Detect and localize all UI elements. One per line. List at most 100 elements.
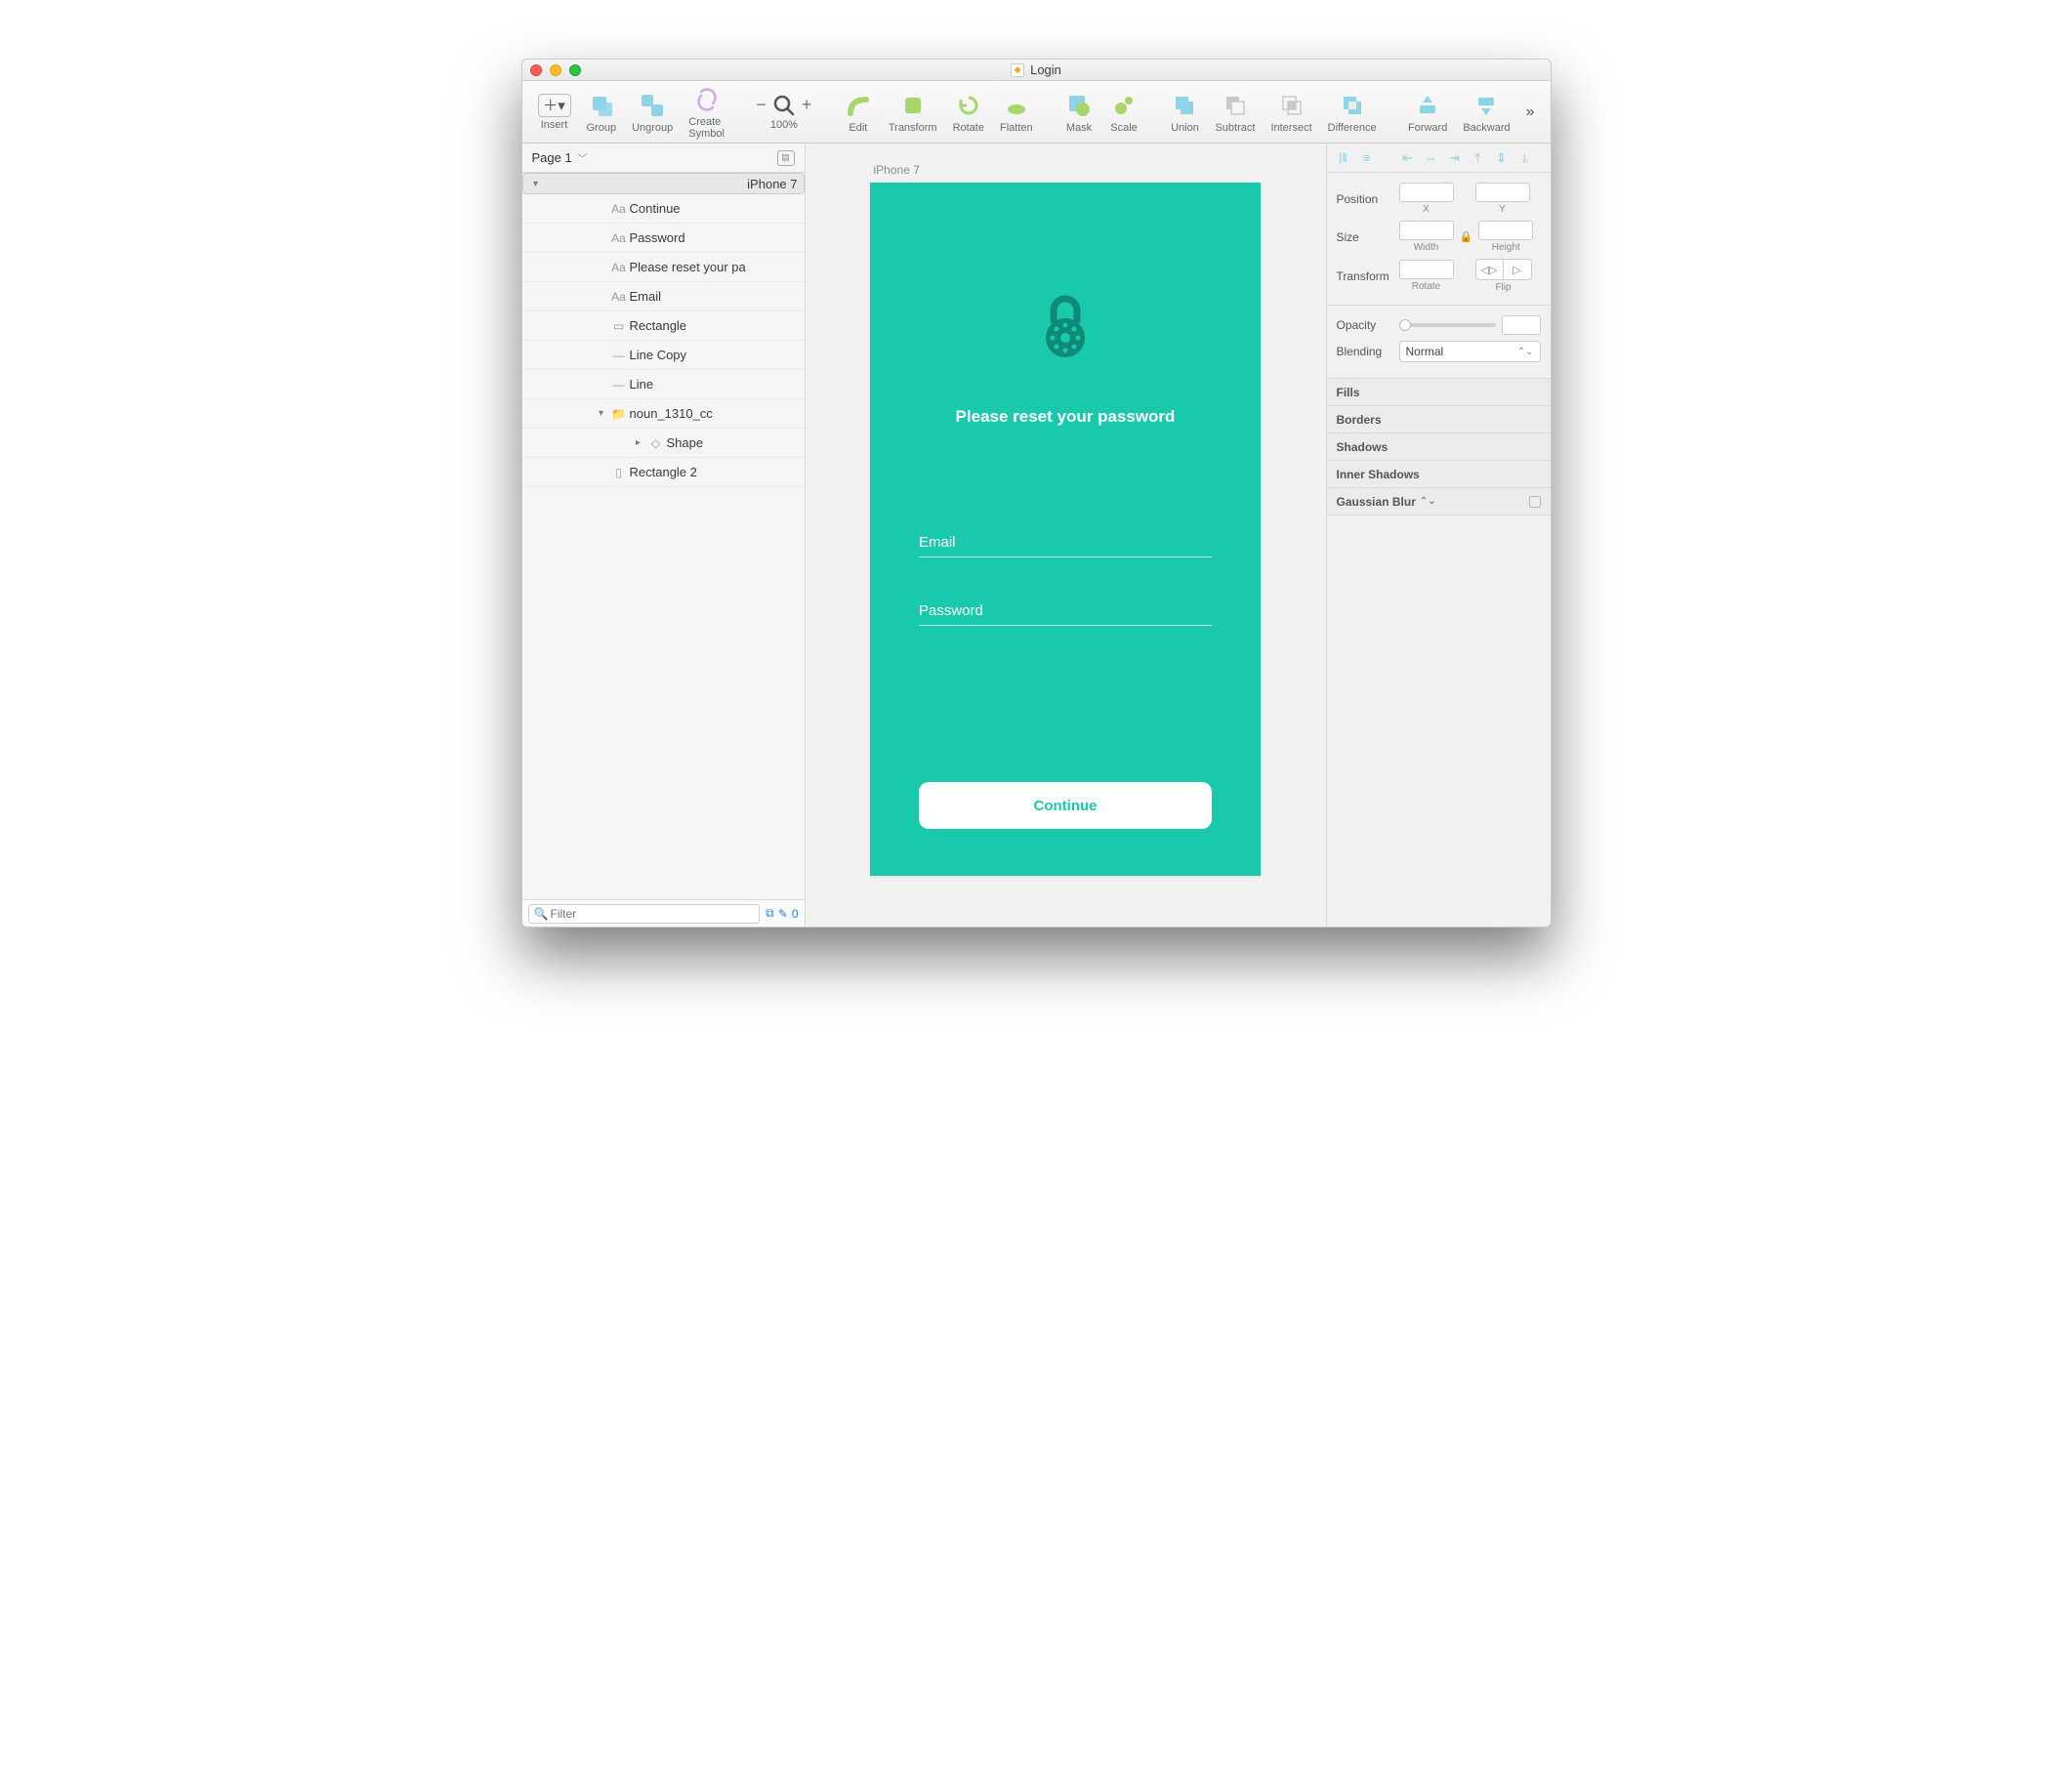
align-bottom-icon[interactable]: ⤓ (1516, 149, 1534, 167)
toolbar-label: Subtract (1215, 122, 1255, 134)
toolbar-label: Ungroup (632, 122, 673, 134)
titlebar: ◆ Login (522, 60, 1551, 81)
app-window: ◆ Login ＋▾ Insert Group Ungroup Create S… (521, 59, 1552, 928)
filter-badges[interactable]: ⧉ ✎ 0 (766, 906, 798, 921)
layer-row[interactable]: AaPassword (522, 224, 805, 253)
height-input[interactable] (1478, 221, 1533, 240)
flip-buttons[interactable]: ◁▷▷ (1475, 259, 1532, 280)
layer-label: noun_1310_cc (630, 406, 713, 421)
union-button[interactable]: Union (1164, 91, 1205, 134)
layer-row[interactable]: ▭Rectangle (522, 311, 805, 341)
toolbar-label: Mask (1066, 122, 1092, 134)
shape-layer-icon: ▯ (608, 466, 630, 479)
insert-button[interactable]: ＋▾ Insert (532, 94, 577, 131)
group-button[interactable]: Group (581, 91, 623, 134)
opacity-input[interactable] (1502, 315, 1541, 335)
layer-row[interactable]: ▾iPhone 7 (522, 173, 805, 194)
section-title: Inner Shadows (1337, 468, 1420, 481)
layer-label: Line (630, 377, 654, 392)
search-icon: 🔍 (534, 907, 549, 921)
flip-h-icon[interactable]: ◁▷ (1476, 260, 1504, 279)
inspector-section-fills[interactable]: Fills (1327, 379, 1551, 406)
zoom-level: 100% (770, 119, 798, 131)
filter-count: 0 (792, 907, 799, 921)
layer-row[interactable]: ▾📁noun_1310_cc (522, 399, 805, 429)
toolbar-label: Insert (541, 119, 568, 131)
align-toolbar: |‖ ≡ ⇤ ⇔ ⇥ ⤒ ⇕ ⤓ (1327, 144, 1551, 173)
width-input[interactable] (1399, 221, 1454, 240)
inspector-section-gaussian-blur[interactable]: Gaussian Blur⌃⌄ (1327, 488, 1551, 516)
align-right-icon[interactable]: ⇥ (1446, 149, 1464, 167)
scale-button[interactable]: Scale (1103, 91, 1144, 134)
inspector-section-borders[interactable]: Borders (1327, 406, 1551, 433)
create-symbol-button[interactable]: Create Symbol (683, 85, 730, 140)
layer-row[interactable]: ▸◇Shape (522, 429, 805, 458)
y-label: Y (1475, 204, 1530, 215)
ungroup-button[interactable]: Ungroup (626, 91, 679, 134)
align-hcenter-icon[interactable]: ⇔ (1423, 149, 1440, 167)
layer-row[interactable]: AaContinue (522, 194, 805, 224)
disclosure-icon[interactable]: ▾ (595, 408, 608, 419)
align-center-h-icon[interactable]: ≡ (1358, 149, 1376, 167)
zoom-out-icon[interactable]: − (756, 95, 767, 115)
align-vcenter-icon[interactable]: ⇕ (1493, 149, 1511, 167)
document-icon: ◆ (1011, 63, 1024, 77)
rotate-label: Rotate (1399, 281, 1454, 292)
opacity-slider[interactable] (1399, 323, 1496, 327)
layer-row[interactable]: AaEmail (522, 282, 805, 311)
filter-input[interactable] (528, 904, 761, 924)
shape-layer-icon: ▭ (608, 319, 630, 333)
align-left2-icon[interactable]: ⇤ (1399, 149, 1417, 167)
edit-button[interactable]: Edit (838, 91, 879, 134)
flip-v-icon[interactable]: ▷ (1504, 260, 1531, 279)
chevron-updown-icon: ⌃⌄ (1420, 496, 1436, 507)
intersect-button[interactable]: Intersect (1264, 91, 1317, 134)
shape-layer-icon: ◇ (645, 436, 667, 450)
artboard-iphone7[interactable]: Please reset your password Email Passwor… (870, 183, 1261, 876)
section-checkbox[interactable] (1529, 496, 1541, 508)
toolbar-label: Flatten (1000, 122, 1033, 134)
disclosure-icon[interactable]: ▾ (529, 179, 543, 189)
zoom-control[interactable]: − + 100% (750, 94, 817, 131)
toolbar-label: Rotate (953, 122, 984, 134)
zoom-in-icon[interactable]: + (802, 95, 812, 115)
toolbar-label: Edit (849, 122, 867, 134)
position-x-input[interactable] (1399, 183, 1454, 202)
blending-select[interactable]: Normal⌃⌄ (1399, 341, 1541, 362)
backward-button[interactable]: Backward (1457, 91, 1515, 134)
layer-row[interactable]: —Line (522, 370, 805, 399)
disclosure-icon[interactable]: ▸ (632, 437, 645, 448)
layer-label: Continue (630, 201, 681, 216)
layer-row[interactable]: ▯Rectangle 2 (522, 458, 805, 487)
pages-selector[interactable]: Page 1 ﹀ ▤ (522, 144, 805, 173)
toolbar-overflow-button[interactable]: » (1520, 103, 1541, 121)
inspector-section-shadows[interactable]: Shadows (1327, 433, 1551, 461)
align-top-icon[interactable]: ⤒ (1470, 149, 1487, 167)
layer-row[interactable]: AaPlease reset your pa (522, 253, 805, 282)
position-y-input[interactable] (1475, 183, 1530, 202)
current-page-label: Page 1 (532, 150, 572, 165)
align-left-icon[interactable]: |‖ (1335, 149, 1352, 167)
subtract-button[interactable]: Subtract (1209, 91, 1261, 134)
transform-button[interactable]: Transform (883, 91, 943, 134)
mask-button[interactable]: Mask (1058, 91, 1099, 134)
flatten-button[interactable]: Flatten (994, 91, 1039, 134)
pencil-icon: ✎ (778, 907, 788, 921)
difference-button[interactable]: Difference (1322, 91, 1383, 134)
chevron-down-icon: ﹀ (577, 154, 587, 165)
section-title: Fills (1337, 386, 1360, 399)
inspector-section-inner-shadows[interactable]: Inner Shadows (1327, 461, 1551, 488)
rotate-input[interactable] (1399, 260, 1454, 279)
artboard-title[interactable]: iPhone 7 (874, 163, 1287, 177)
transform-label: Transform (1337, 269, 1393, 283)
artboard-list-button[interactable]: ▤ (777, 150, 795, 166)
lock-aspect-icon[interactable]: 🔒 (1460, 230, 1473, 243)
rotate-button[interactable]: Rotate (947, 91, 990, 134)
layer-row[interactable]: —Line Copy (522, 341, 805, 370)
forward-button[interactable]: Forward (1402, 91, 1453, 134)
text-layer-icon: Aa (608, 261, 630, 274)
layer-tree: ▾iPhone 7AaContinueAaPasswordAaPlease re… (522, 173, 805, 899)
toolbar: ＋▾ Insert Group Ungroup Create Symbol − … (522, 81, 1551, 144)
layer-label: Rectangle 2 (630, 465, 697, 479)
canvas[interactable]: iPhone 7 Please reset your password Emai… (806, 144, 1326, 927)
